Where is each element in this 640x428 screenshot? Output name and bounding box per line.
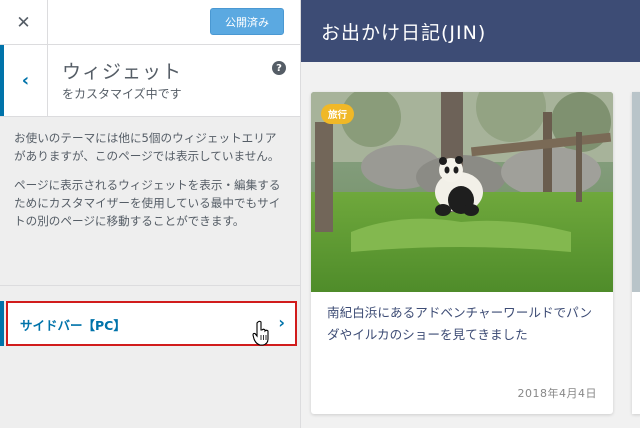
site-preview: お出かけ日記(JIN) 旅行 南紀白浜にあるアドベンチャーワールドでパンダやイル… — [301, 0, 640, 428]
panda-photo — [311, 92, 613, 292]
hand-cursor-icon — [252, 320, 269, 346]
chevron-left-icon: ‹ — [21, 70, 30, 91]
section-title: ウィジェット — [62, 61, 183, 83]
post-date: 2018年4月4日 — [517, 387, 597, 400]
widget-area-label: サイドバー【PC】 — [20, 318, 126, 333]
post-thumbnail[interactable]: 旅行 — [311, 92, 613, 292]
section-header: ‹ ウィジェット をカスタマイズ中です ? — [0, 45, 300, 117]
widget-notice: お使いのテーマには他に5個のウィジェットエリアがありますが、このページでは表示し… — [0, 117, 300, 241]
back-button[interactable]: ‹ — [0, 45, 48, 116]
category-badge[interactable]: 旅行 — [321, 104, 355, 124]
notice-paragraph-2: ページに表示されるウィジェットを表示・編集するためにカスタマイザーを使用している… — [14, 178, 281, 228]
close-button[interactable]: ✕ — [0, 0, 48, 45]
help-icon[interactable]: ? — [272, 61, 286, 75]
active-indicator — [0, 301, 4, 346]
divider — [0, 285, 300, 286]
site-header: お出かけ日記(JIN) — [301, 0, 640, 62]
customizer-topbar: ✕ 公開済み — [0, 0, 300, 45]
post-card[interactable]: 旅行 南紀白浜にあるアドベンチャーワールドでパンダやイルカのショーを見てきました… — [311, 92, 613, 414]
post-title[interactable]: 南紀白浜にあるアドベンチャーワールドでパンダやイルカのショーを見てきました — [327, 302, 597, 346]
customizer-sidebar: ✕ 公開済み ‹ ウィジェット をカスタマイズ中です ? お使いのテーマには他に… — [0, 0, 301, 428]
close-icon: ✕ — [16, 12, 31, 33]
chevron-right-icon: › — [278, 313, 285, 332]
next-post-card[interactable] — [632, 92, 640, 414]
site-title[interactable]: お出かけ日記(JIN) — [321, 18, 486, 45]
notice-paragraph-1: お使いのテーマには他に5個のウィジェットエリアがありますが、このページでは表示し… — [14, 131, 280, 163]
section-subtitle: をカスタマイズ中です — [62, 87, 182, 101]
publish-button[interactable]: 公開済み — [210, 8, 284, 35]
